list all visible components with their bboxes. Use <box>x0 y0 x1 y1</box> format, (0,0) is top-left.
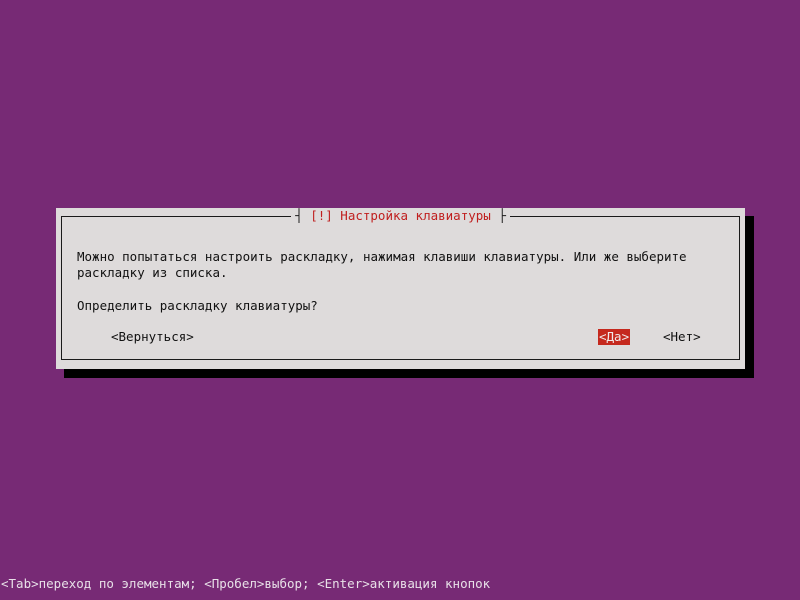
dialog-question: Определить раскладку клавиатуры? <box>77 298 318 313</box>
message-line-2: раскладку из списка. <box>77 265 228 280</box>
dialog-message: Можно попытаться настроить раскладку, на… <box>77 249 737 281</box>
keyboard-config-dialog: ┤ [!] Настройка клавиатуры ├ Можно попыт… <box>56 208 745 369</box>
dialog-title-prefix: [!] <box>310 208 333 223</box>
no-button[interactable]: <Нет> <box>663 329 701 345</box>
dialog-title-bar: ┤ [!] Настройка клавиатуры ├ <box>62 208 739 224</box>
dialog-frame: ┤ [!] Настройка клавиатуры ├ Можно попыт… <box>61 208 740 360</box>
dialog-title: ┤ [!] Настройка клавиатуры ├ <box>291 208 510 224</box>
status-bar-hint: <Tab>переход по элементам; <Пробел>выбор… <box>1 576 491 591</box>
message-line-1: Можно попытаться настроить раскладку, на… <box>77 249 687 264</box>
installer-screen: ┤ [!] Настройка клавиатуры ├ Можно попыт… <box>0 0 800 600</box>
dialog-title-text: Настройка клавиатуры <box>340 208 491 223</box>
back-button[interactable]: <Вернуться> <box>111 329 194 345</box>
yes-button[interactable]: <Да> <box>598 329 631 345</box>
